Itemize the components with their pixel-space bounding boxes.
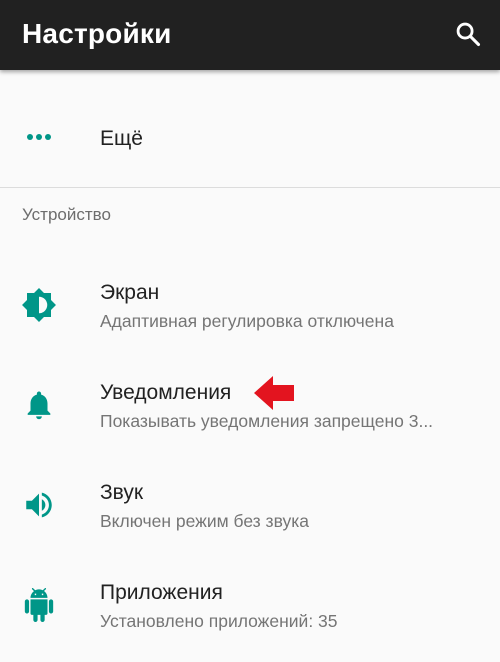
settings-item-apps-subtitle: Установлено приложений: 35 [100,611,338,631]
settings-item-more-label: Ещё [100,127,143,150]
settings-item-screen-title: Экран [100,281,160,304]
settings-item-notifications-subtitle: Показывать уведомления запрещено 3... [100,411,434,431]
settings-item-screen[interactable]: Экран Адаптивная регулировка отключена [0,270,500,342]
brightness-icon [20,286,58,324]
volume-icon [20,486,58,524]
settings-item-apps[interactable]: Приложения Установлено приложений: 35 [0,570,500,642]
settings-item-sound[interactable]: Звук Включен режим без звука [0,470,500,542]
settings-item-apps-title: Приложения [100,581,223,604]
app-toolbar: Настройки [0,0,500,70]
settings-item-sound-title: Звук [100,481,144,504]
section-divider [0,187,500,188]
more-horizontal-icon [20,118,58,156]
settings-item-notifications[interactable]: Уведомления Показывать уведомления запре… [0,370,500,442]
settings-screen: Настройки Ещё Устройство Экран Адаптивна… [0,0,500,662]
android-icon [20,586,58,624]
red-arrow-annotation [254,376,294,410]
page-title: Настройки [22,18,172,49]
settings-item-notifications-title: Уведомления [100,381,232,404]
section-header-device: Устройство [22,205,111,224]
settings-item-more[interactable]: Ещё [0,110,500,166]
bell-icon [20,386,58,424]
settings-item-screen-subtitle: Адаптивная регулировка отключена [100,311,394,331]
search-button[interactable] [446,12,490,56]
search-icon [456,22,481,47]
settings-item-sound-subtitle: Включен режим без звука [100,511,310,531]
